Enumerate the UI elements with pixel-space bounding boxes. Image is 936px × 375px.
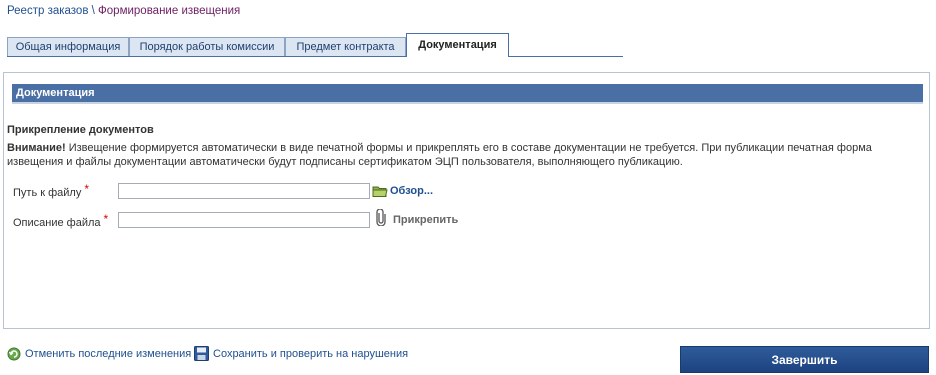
attach-link[interactable]: Прикрепить [393, 214, 458, 226]
documentation-panel: Документация Прикрепление документов Вни… [3, 72, 930, 329]
file-description-label-text: Описание файла [13, 217, 101, 229]
tab-bar: Общая информация Порядок работы комиссии… [7, 33, 623, 57]
tab-commission-procedure[interactable]: Порядок работы комиссии [129, 37, 285, 56]
tab-general-info[interactable]: Общая информация [7, 37, 129, 56]
paperclip-icon[interactable] [375, 209, 387, 226]
tab-contract-subject[interactable]: Предмет контракта [285, 37, 406, 56]
breadcrumb-separator: \ [91, 5, 95, 17]
file-path-label-text: Путь к файлу [13, 187, 82, 199]
section-title: Документация [12, 84, 923, 102]
file-path-required-marker: * [84, 182, 90, 196]
notice-warning-label: Внимание! [7, 142, 66, 154]
file-description-label: Описание файла * [13, 212, 109, 229]
save-icon[interactable] [194, 346, 209, 361]
attach-documents-heading: Прикрепление документов [7, 124, 154, 136]
notice-text: Внимание! Извещение формируется автомати… [7, 141, 907, 169]
save-and-check-link[interactable]: Сохранить и проверить на нарушения [213, 348, 408, 360]
section-title-underline [12, 102, 923, 104]
folder-icon[interactable] [372, 184, 388, 198]
file-path-label: Путь к файлу * [13, 182, 90, 199]
file-description-input[interactable] [118, 212, 370, 228]
breadcrumb-link-orders-registry[interactable]: Реестр заказов [7, 5, 88, 17]
undo-icon[interactable] [7, 347, 21, 361]
breadcrumb-current: Формирование извещения [98, 5, 241, 17]
undo-changes-link[interactable]: Отменить последние изменения [25, 348, 191, 360]
finish-button[interactable]: Завершить [680, 346, 929, 373]
browse-link[interactable]: Обзор... [390, 185, 433, 197]
notice-body: Извещение формируется автоматически в ви… [7, 142, 872, 168]
file-path-input[interactable] [118, 183, 370, 199]
breadcrumb: Реестр заказов \ Формирование извещения [7, 5, 240, 17]
tab-documentation[interactable]: Документация [406, 33, 509, 57]
file-description-required-marker: * [103, 212, 109, 226]
